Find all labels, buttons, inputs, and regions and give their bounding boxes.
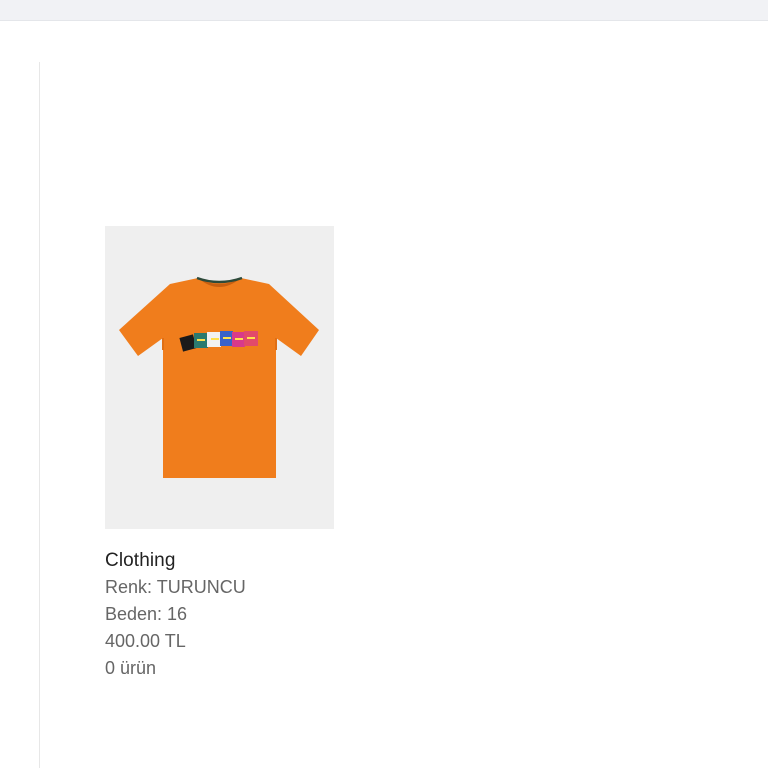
orange-tshirt-icon (119, 276, 319, 478)
product-image[interactable] (105, 226, 334, 529)
product-size: Beden: 16 (105, 604, 188, 624)
product-card[interactable]: Clothing Renk: TURUNCU Beden: 16 400.00 … (105, 226, 334, 682)
product-color: Renk: TURUNCU (105, 577, 246, 597)
product-count: 0 ürün (105, 658, 157, 678)
sidebar-divider (39, 62, 40, 768)
product-info: Clothing Renk: TURUNCU Beden: 16 400.00 … (105, 547, 334, 682)
top-bar (0, 0, 768, 21)
product-name[interactable]: Clothing (105, 547, 334, 574)
product-price: 400.00 TL (105, 631, 186, 651)
